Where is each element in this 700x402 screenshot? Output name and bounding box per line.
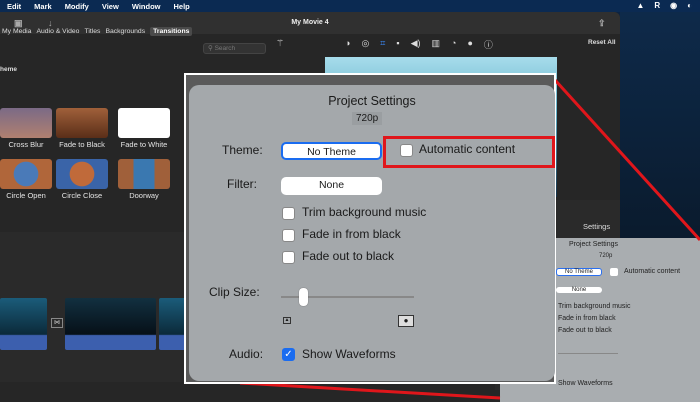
clip-size-label: Clip Size: — [209, 285, 260, 299]
audio-label: Audio: — [229, 347, 264, 361]
show-waveforms-checkbox[interactable]: ✓ — [282, 348, 295, 361]
project-settings-popover-zoomed: Project Settings 720p Theme: No Theme Au… — [184, 73, 556, 384]
filter-button[interactable]: None — [281, 177, 382, 195]
show-waveforms-label: Show Waveforms — [302, 347, 396, 361]
theme-label: Theme: — [222, 143, 263, 157]
trim-music-label: Trim background music — [302, 205, 427, 219]
fade-out-label: Fade out to black — [302, 249, 395, 263]
fade-in-checkbox[interactable] — [282, 229, 295, 242]
resolution-label: 720p — [352, 112, 383, 125]
fade-in-label: Fade in from black — [302, 227, 401, 241]
filter-label: Filter: — [227, 177, 257, 191]
popover-title: Project Settings — [328, 94, 416, 108]
clip-size-slider-thumb[interactable] — [299, 288, 308, 306]
large-clip-icon: ● — [398, 315, 414, 327]
fade-out-checkbox[interactable] — [282, 251, 295, 264]
small-clip-icon: ▲ — [283, 317, 291, 324]
project-settings-panel: Project Settings 720p Theme: No Theme Au… — [189, 85, 555, 381]
theme-button[interactable]: No Theme — [281, 142, 382, 160]
highlight-box — [383, 136, 555, 168]
trim-music-checkbox[interactable] — [282, 207, 295, 220]
